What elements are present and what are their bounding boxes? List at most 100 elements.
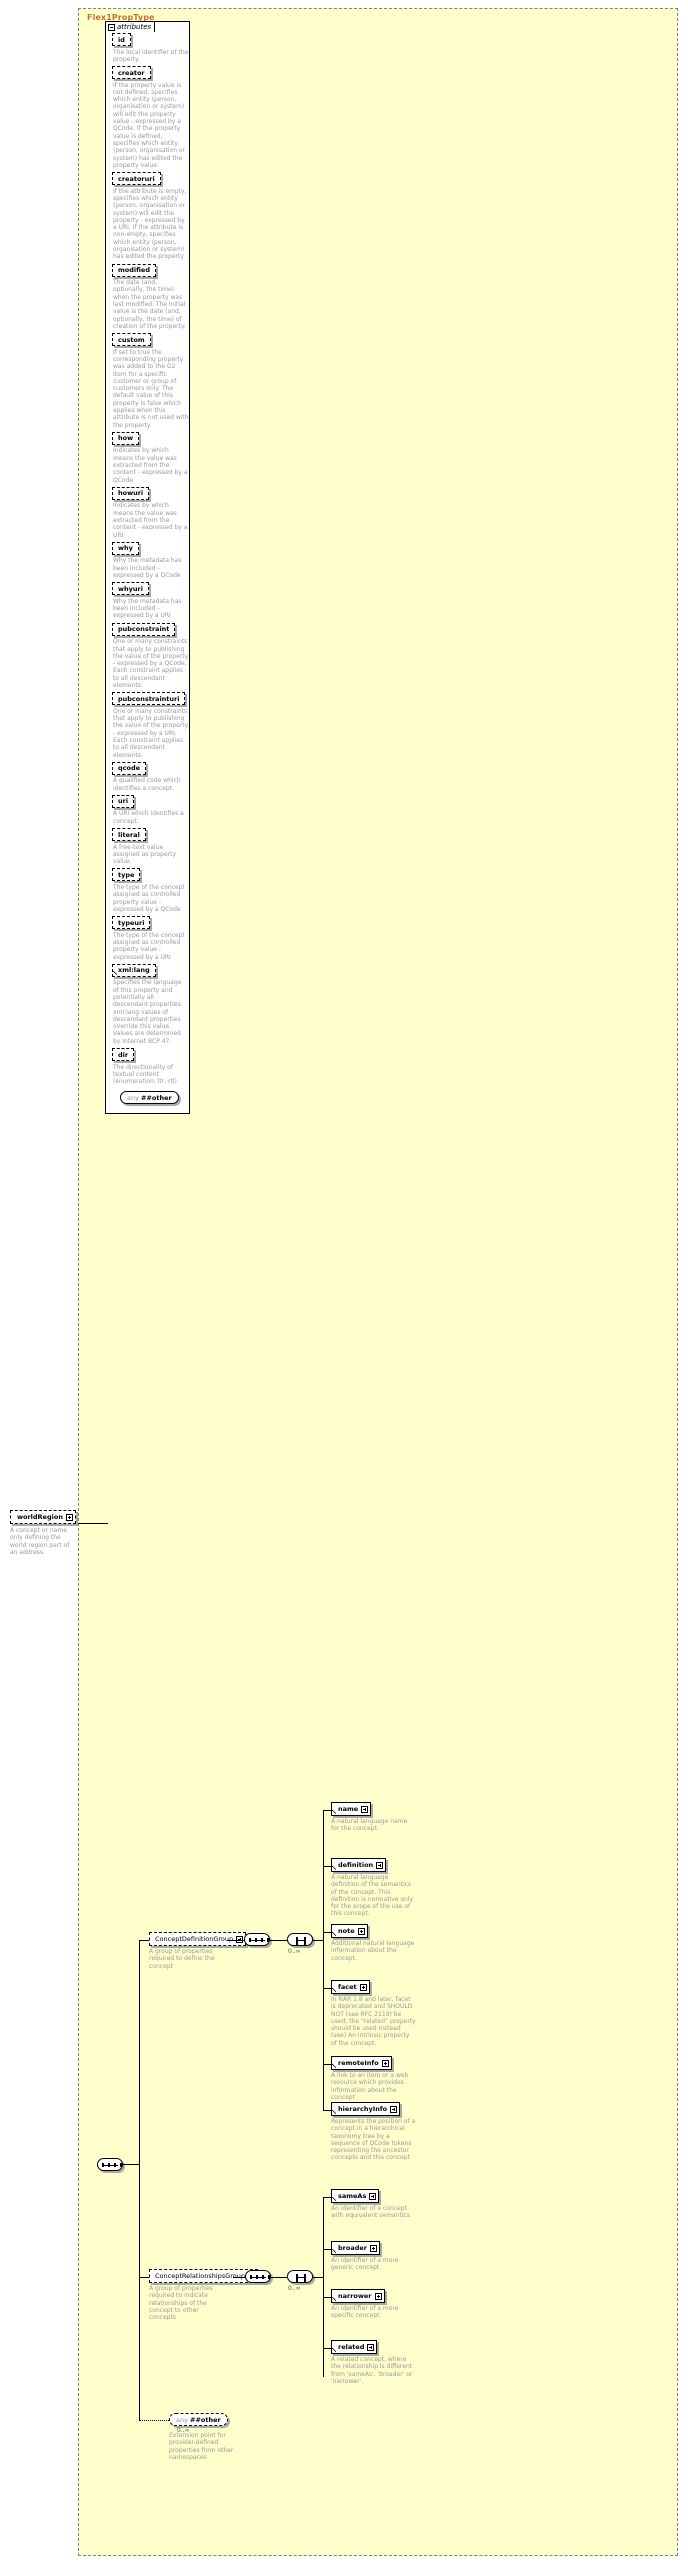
any-element[interactable]: any ##other 0..∞ Extension point for pro…: [169, 2413, 249, 2461]
attribute-pubconstraint-chip[interactable]: pubconstraint: [112, 622, 176, 636]
connector-grp0-member-1: [323, 1866, 331, 1867]
attribute-dir-chip[interactable]: dir: [112, 1048, 135, 1061]
group-ConceptRelationshipsGroup[interactable]: ConceptRelationshipsGroup A group of pro…: [149, 2269, 258, 2321]
attribute-qcode-chip[interactable]: qcode: [112, 761, 147, 775]
attribute-howuri-doc: Indicates by which means the value was e…: [113, 502, 188, 539]
element-worldRegion-chip[interactable]: worldRegion: [10, 1510, 76, 1524]
attribute-creator[interactable]: creator If the property value is not defi…: [112, 66, 189, 169]
attribute-typeuri[interactable]: typeuri The type of the concept assigned …: [112, 916, 189, 961]
plus-box-icon[interactable]: [390, 2105, 398, 2113]
attribute-pubconstraint[interactable]: pubconstraint One or many constraints tha…: [112, 622, 189, 690]
element-hierarchyInfo-chip[interactable]: hierarchyInfo: [331, 2102, 401, 2116]
attribute-howuri-chip[interactable]: howuri: [112, 486, 150, 500]
element-name-chip[interactable]: name: [331, 1802, 372, 1816]
attribute-how[interactable]: how Indicates by which means the value wa…: [112, 431, 189, 484]
plus-box-icon[interactable]: [357, 1927, 365, 1935]
element-note[interactable]: note Additional natural language informa…: [331, 1924, 417, 1962]
attribute-howuri[interactable]: howuri Indicates by which means the value…: [112, 486, 189, 539]
minus-box-icon[interactable]: [108, 23, 115, 31]
choice-compositor-icon[interactable]: [287, 2270, 313, 2283]
attribute-custom[interactable]: custom If set to true the corresponding p…: [112, 333, 189, 429]
element-sameAs-chip[interactable]: sameAs: [331, 2189, 380, 2203]
sequence-compositor-icon[interactable]: [244, 1933, 270, 1946]
attribute-creatoruri[interactable]: creatoruri If the attribute is empty, spe…: [112, 172, 189, 260]
attribute-why-chip[interactable]: why: [112, 541, 139, 555]
plus-box-icon[interactable]: [374, 2292, 382, 2300]
group-ConceptRelationshipsGroup-chip[interactable]: ConceptRelationshipsGroup: [149, 2269, 258, 2283]
element-definition[interactable]: definition A natural language definition…: [331, 1858, 417, 1918]
any-element-chip[interactable]: any ##other: [169, 2413, 228, 2426]
element-worldRegion[interactable]: worldRegion A concept or name only defin…: [10, 1510, 78, 1556]
element-name[interactable]: name A natural language name for the con…: [331, 1802, 417, 1833]
connector-grp0-member-4: [323, 2064, 331, 2065]
attribute-type-chip[interactable]: type: [112, 868, 141, 882]
attribute-pubconstrainturi-chip[interactable]: pubconstrainturi: [112, 692, 186, 706]
element-note-chip[interactable]: note: [331, 1924, 368, 1938]
attribute-dir[interactable]: dir The directionality of textual content…: [112, 1048, 189, 1085]
attribute-uri-chip[interactable]: uri: [112, 794, 135, 808]
element-narrower-label: narrower: [338, 2292, 372, 2300]
plus-box-icon[interactable]: [381, 2059, 389, 2067]
plus-box-icon[interactable]: [376, 1861, 384, 1869]
plus-box-icon[interactable]: [369, 2244, 377, 2252]
attribute-whyuri[interactable]: whyuri Why the metadata has been included…: [112, 582, 189, 619]
attribute-qcode-label: qcode: [118, 764, 141, 773]
attribute-how-label: how: [118, 434, 134, 443]
element-related[interactable]: related A related concept, where the rel…: [331, 2340, 417, 2385]
sequence-compositor-icon[interactable]: [245, 2270, 271, 2283]
any-attribute-chip[interactable]: any ##other: [120, 1091, 179, 1105]
choice-compositor-icon[interactable]: [287, 1933, 313, 1946]
attribute-uri-doc: A URI which identifies a concept.: [113, 810, 184, 825]
plus-box-icon[interactable]: [367, 2343, 375, 2351]
attribute-xml-lang-chip[interactable]: xml:lang: [112, 963, 156, 977]
any-keyword-label: any: [176, 2415, 188, 2424]
element-remoteInfo[interactable]: remoteInfo A link to an item or a web re…: [331, 2056, 417, 2101]
attributes-tab[interactable]: attributes: [105, 21, 156, 32]
attribute-xml-lang-doc: Specifies the language of this property …: [113, 979, 183, 1045]
attribute-xml-lang[interactable]: xml:lang Specifies the language of this p…: [112, 963, 189, 1045]
attribute-typeuri-chip[interactable]: typeuri: [112, 916, 151, 930]
attribute-literal[interactable]: literal A free-text value assigned as pro…: [112, 828, 189, 865]
element-sameAs[interactable]: sameAs An identifier of a concept with e…: [331, 2189, 417, 2220]
attribute-creator-chip[interactable]: creator: [112, 66, 151, 80]
attribute-whyuri-chip[interactable]: whyuri: [112, 582, 149, 596]
sequence-compositor-icon[interactable]: [97, 2158, 123, 2171]
element-narrower[interactable]: narrower An identifier of a more specifi…: [331, 2289, 417, 2320]
attribute-type[interactable]: type The type of the concept assigned as …: [112, 868, 189, 913]
plus-box-icon[interactable]: [369, 2192, 377, 2200]
element-hierarchyInfo[interactable]: hierarchyInfo Represents the position of…: [331, 2102, 417, 2162]
attribute-creatoruri-chip[interactable]: creatoruri: [112, 172, 161, 186]
element-broader-chip[interactable]: broader: [331, 2241, 380, 2255]
attribute-how-chip[interactable]: how: [112, 431, 140, 445]
element-sameAs-doc: An identifier of a concept with equivale…: [331, 2205, 410, 2220]
plus-box-icon[interactable]: [236, 1935, 244, 1943]
attribute-modified-chip[interactable]: modified: [112, 263, 156, 277]
plus-box-icon[interactable]: [359, 1983, 367, 1991]
element-definition-chip[interactable]: definition: [331, 1858, 387, 1872]
element-remoteInfo-chip[interactable]: remoteInfo: [331, 2056, 392, 2070]
element-narrower-chip[interactable]: narrower: [331, 2289, 385, 2303]
group-ConceptDefinitionGroup-chip[interactable]: ConceptDefinitionGroup: [149, 1932, 247, 1946]
attribute-id[interactable]: id The local identifier of the property.: [112, 33, 189, 63]
group-ConceptDefinitionGroup[interactable]: ConceptDefinitionGroup A group of proper…: [149, 1932, 247, 1970]
attribute-pubconstrainturi[interactable]: pubconstrainturi One or many constraints …: [112, 692, 189, 759]
attribute-literal-chip[interactable]: literal: [112, 828, 146, 842]
attribute-id-chip[interactable]: id: [112, 33, 131, 46]
element-sameAs-label: sameAs: [338, 2192, 367, 2200]
attribute-pubconstrainturi-label: pubconstrainturi: [118, 694, 180, 703]
attribute-creator-doc: If the property value is not defined, sp…: [113, 81, 186, 169]
attribute-custom-chip[interactable]: custom: [112, 333, 151, 347]
element-related-chip[interactable]: related: [331, 2340, 378, 2354]
attribute-dir-doc: The directionality of textual content (e…: [113, 1063, 177, 1086]
element-broader[interactable]: broader An identifier of a more generic …: [331, 2241, 417, 2272]
element-facet[interactable]: facet In NAR 1.8 and later, facet is dep…: [331, 1980, 417, 2047]
plus-box-icon[interactable]: [65, 1513, 73, 1521]
attribute-modified[interactable]: modified The date (and, optionally, the t…: [112, 263, 189, 331]
plus-box-icon[interactable]: [361, 1805, 369, 1813]
attribute-qcode[interactable]: qcode A qualified code which identifies a…: [112, 761, 189, 792]
connector-grp1-to-seq: [233, 2277, 245, 2278]
attribute-why[interactable]: why Why the metadata has been included - …: [112, 541, 189, 579]
attribute-uri[interactable]: uri A URI which identifies a concept.: [112, 794, 189, 825]
attribute-id-label: id: [118, 35, 125, 44]
element-facet-chip[interactable]: facet: [331, 1980, 370, 1994]
